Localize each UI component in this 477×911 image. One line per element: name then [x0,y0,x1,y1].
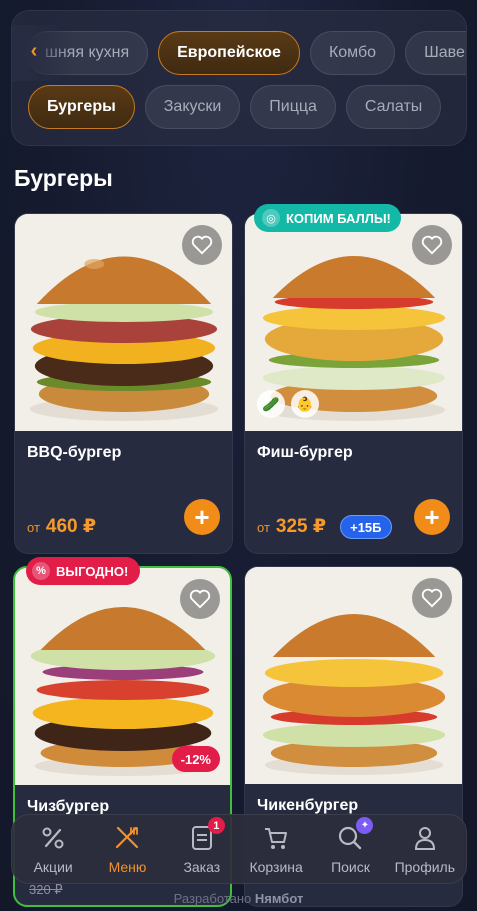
chip-subcategory-active[interactable]: Бургеры [28,85,135,129]
footer-brand[interactable]: Нямбот [255,891,303,906]
product-tags: 🥒 👶 [257,390,319,418]
price-row: от 325 ₽ +15Б [257,515,392,539]
add-to-cart-button[interactable]: + [414,499,450,535]
favorite-heart-icon[interactable] [412,225,452,265]
percent-badge-icon: % [32,562,50,580]
section-title: Бургеры [14,165,113,191]
nav-label: Поиск [331,859,370,875]
category-row-dishes: Бургеры Закуски Пицца Салаты [28,85,442,129]
footer-credit: Разработано Нямбот [0,891,477,906]
price-from-label: от [257,520,270,535]
nav-label: Меню [108,859,147,875]
nav-label: Корзина [249,859,303,875]
nav-label: Заказ [183,859,221,875]
chip-subcategory[interactable]: Закуски [144,85,241,129]
nav-item-search[interactable]: ✦ Поиск [314,817,386,875]
add-to-cart-button[interactable]: + [184,499,220,535]
chip-category[interactable]: Шавер [405,31,466,75]
bonus-points-pill: +15Б [340,515,392,539]
chip-category-active[interactable]: Европейское [158,31,300,75]
favorite-heart-icon[interactable] [412,578,452,618]
bottom-nav: Акции Меню 1 Заказ Корзина ✦ Поиск Профи… [11,814,467,884]
scroll-left-icon[interactable]: ‹ [20,37,48,65]
chip-subcategory[interactable]: Пицца [250,85,336,129]
product-price: 325 ₽ [275,516,327,537]
cart-icon [261,823,291,853]
nav-item-promos[interactable]: Акции [17,823,89,875]
bonus-badge: ◎ КОПИМ БАЛЛЫ! [254,204,401,232]
chip-subcategory[interactable]: Салаты [345,85,442,129]
nav-item-order[interactable]: 1 Заказ [166,817,238,875]
product-name: Фиш-бургер [257,444,353,461]
nav-label: Профиль [394,859,456,875]
coins-icon: ◎ [262,209,280,227]
nav-item-profile[interactable]: Профиль [389,823,461,875]
deal-badge: % ВЫГОДНО! [26,557,141,585]
fork-knife-icon [112,823,142,853]
deal-badge-label: ВЫГОДНО! [56,563,129,579]
nav-item-cart[interactable]: Корзина [240,823,312,875]
nav-item-menu[interactable]: Меню [91,823,163,875]
nav-label: Акции [33,859,73,875]
favorite-heart-icon[interactable] [180,579,220,619]
product-name: BBQ-бургер [27,444,122,461]
bonus-badge-label: КОПИМ БАЛЛЫ! [286,210,391,226]
price-from-label: от [27,520,40,535]
child-icon: 👶 [291,390,319,418]
chip-category[interactable]: Комбо [309,31,396,75]
product-card[interactable]: 🥒 👶 Фиш-бургер от 325 ₽ +15Б + [244,213,463,554]
discount-badge: -12% [171,746,220,772]
product-card[interactable]: BBQ-бургер от 460 ₽ + [14,213,233,554]
favorite-heart-icon[interactable] [182,225,222,265]
footer-prefix: Разработано [173,891,252,906]
pickle-icon: 🥒 [257,390,285,418]
product-price: 460 ₽ [45,516,97,537]
sparkle-icon: ✦ [356,817,374,834]
category-panel: ‹ шняя кухня Европейское Комбо Шавер Бур… [11,10,467,146]
profile-icon [410,823,440,853]
product-name: Чикенбургер [257,797,359,814]
price-row: от 460 ₽ [27,515,96,538]
category-row-cuisine: шняя кухня Европейское Комбо Шавер [26,31,466,75]
order-count-badge: 1 [207,817,225,834]
percent-icon [38,823,68,853]
